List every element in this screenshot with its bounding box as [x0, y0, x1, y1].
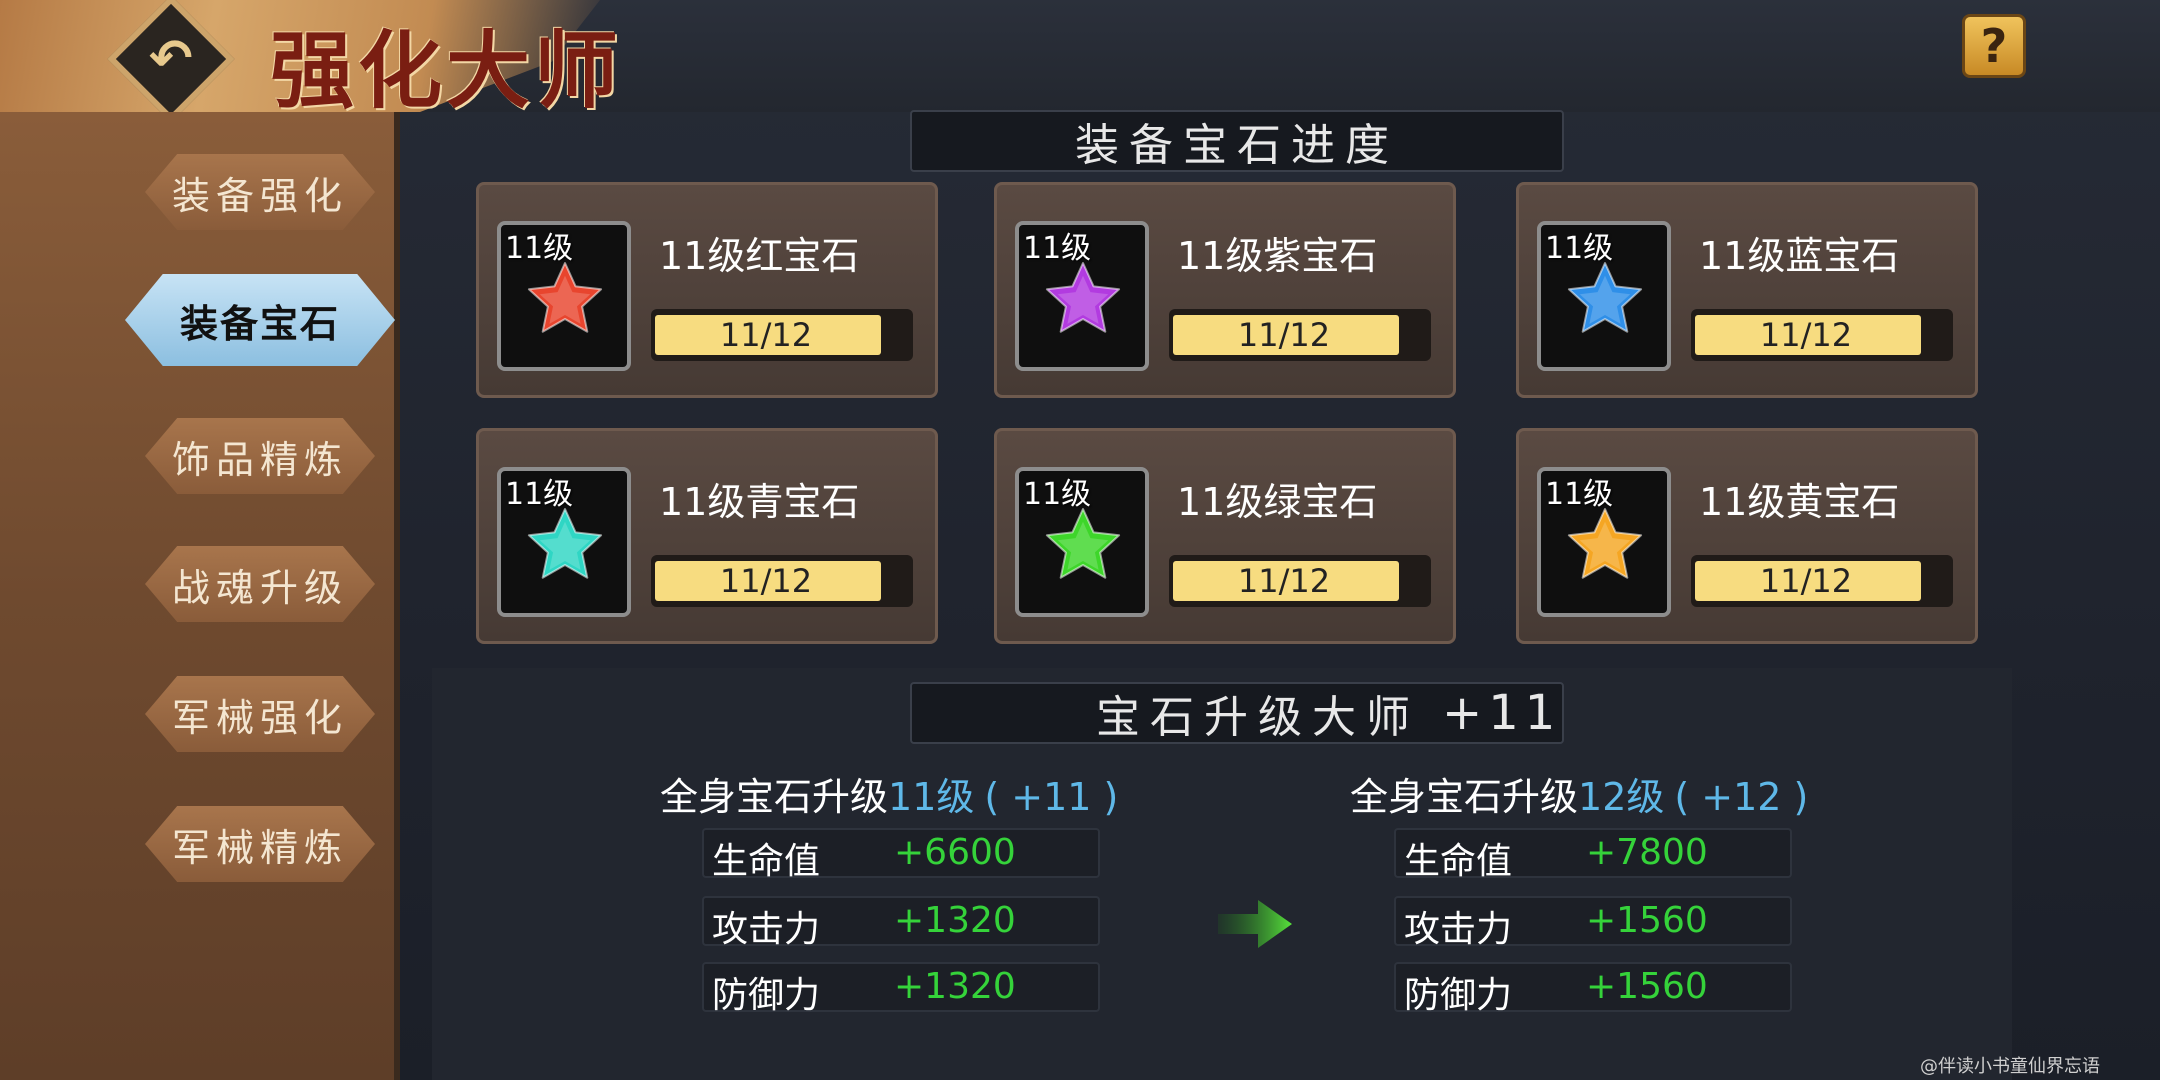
sidebar-item-label: 装备宝石: [179, 301, 340, 346]
stat-label: 防御力: [1404, 975, 1513, 1016]
gem-master-header-text: 宝石升级大师: [1096, 692, 1420, 743]
gem-card[interactable]: 11级 11级紫宝石 11/12: [994, 182, 1456, 398]
next-level-bonus: ( +12 ): [1674, 775, 1809, 819]
gem-progress-bar: 11/12: [1691, 309, 1953, 361]
gem-name: 11级紫宝石: [1177, 234, 1378, 278]
gem-card[interactable]: 11级 11级青宝石 11/12: [476, 428, 938, 644]
gem-star-icon: [1567, 262, 1643, 333]
gem-name: 11级蓝宝石: [1699, 234, 1900, 278]
gem-star-icon: [527, 508, 603, 579]
gem-progress-header: 装备宝石进度: [910, 110, 1564, 172]
sidebar-item-equip-enhance[interactable]: 装备强化: [145, 154, 375, 230]
next-stat-row: 攻击力 +1560: [1394, 896, 1792, 950]
page-title: 强化大师: [270, 21, 623, 120]
gem-star-icon: [1045, 262, 1121, 333]
gem-star-icon: [1045, 508, 1121, 579]
stat-label: 攻击力: [1404, 909, 1513, 950]
gem-name: 11级绿宝石: [1177, 480, 1378, 524]
sidebar: 装备强化 装备宝石 饰品精炼 战魂升级 军械强化 军械精炼: [0, 112, 400, 1080]
sidebar-item-label: 军械强化: [171, 695, 348, 740]
current-level-title: 全身宝石升级11级( +11 ): [660, 766, 1118, 821]
gem-name: 11级青宝石: [659, 480, 860, 524]
stat-label: 防御力: [712, 975, 821, 1016]
gem-progress-text: 11/12: [1237, 316, 1331, 354]
sidebar-item-label: 军械精炼: [171, 825, 348, 870]
stat-label: 生命值: [712, 841, 821, 882]
current-stat-row: 攻击力 +1320: [702, 896, 1100, 950]
stat-value: +1560: [1586, 900, 1708, 941]
gem-card[interactable]: 11级 11级红宝石 11/12: [476, 182, 938, 398]
gem-name: 11级红宝石: [659, 234, 860, 278]
stat-label: 攻击力: [712, 909, 821, 950]
watermark: @伴读小书童仙界忘语: [1920, 1056, 2100, 1077]
current-stat-row: 防御力 +1320: [702, 962, 1100, 1016]
gem-card[interactable]: 11级 11级黄宝石 11/12: [1516, 428, 1978, 644]
stat-value: +1560: [1586, 966, 1708, 1007]
gem-card[interactable]: 11级 11级蓝宝石 11/12: [1516, 182, 1978, 398]
stat-value: +7800: [1586, 832, 1708, 873]
gem-icon-frame[interactable]: 11级: [1537, 467, 1671, 617]
next-level-title: 全身宝石升级12级( +12 ): [1350, 766, 1808, 821]
gem-progress-header-text: 装备宝石进度: [1075, 120, 1399, 171]
sidebar-item-label: 战魂升级: [171, 565, 348, 610]
next-level-prefix: 全身宝石升级: [1350, 775, 1579, 819]
current-stat-row: 生命值 +6600: [702, 828, 1100, 882]
stat-value: +6600: [894, 832, 1016, 873]
gem-icon-frame[interactable]: 11级: [497, 467, 631, 617]
gem-progress-text: 11/12: [1759, 316, 1853, 354]
stat-value: +1320: [894, 966, 1016, 1007]
next-stat-row: 生命值 +7800: [1394, 828, 1792, 882]
gem-icon-frame[interactable]: 11级: [1015, 221, 1149, 371]
gem-progress-text: 11/12: [1759, 562, 1853, 600]
gem-progress-bar: 11/12: [1169, 555, 1431, 607]
sidebar-item-accessory-refine[interactable]: 饰品精炼: [145, 418, 375, 494]
gem-icon-frame[interactable]: 11级: [1537, 221, 1671, 371]
gem-name: 11级黄宝石: [1699, 480, 1900, 524]
sidebar-item-soul-upgrade[interactable]: 战魂升级: [145, 546, 375, 622]
next-arrow-icon: [1218, 900, 1292, 948]
sidebar-item-armory-enhance[interactable]: 军械强化: [145, 676, 375, 752]
stat-label: 生命值: [1404, 841, 1513, 882]
next-stat-row: 防御力 +1560: [1394, 962, 1792, 1016]
gem-star-icon: [1567, 508, 1643, 579]
sidebar-item-armory-refine[interactable]: 军械精炼: [145, 806, 375, 882]
sidebar-item-label: 饰品精炼: [171, 437, 348, 482]
gem-progress-bar: 11/12: [1691, 555, 1953, 607]
sidebar-item-equip-gem[interactable]: 装备宝石: [125, 274, 395, 366]
gem-icon-frame[interactable]: 11级: [1015, 467, 1149, 617]
gem-progress-text: 11/12: [1237, 562, 1331, 600]
gem-progress-text: 11/12: [719, 562, 813, 600]
stat-value: +1320: [894, 900, 1016, 941]
gem-star-icon: [527, 262, 603, 333]
gem-card[interactable]: 11级 11级绿宝石 11/12: [994, 428, 1456, 644]
sidebar-item-label: 装备强化: [171, 173, 348, 218]
current-level-bonus: ( +11 ): [984, 775, 1119, 819]
gem-master-level: +11: [1442, 685, 1562, 741]
back-arrow-icon: ↶: [149, 28, 193, 89]
current-level-prefix: 全身宝石升级: [660, 775, 889, 819]
gem-icon-frame[interactable]: 11级: [497, 221, 631, 371]
help-button[interactable]: ?: [1962, 14, 2026, 78]
current-level-value: 11级: [888, 775, 975, 819]
gem-progress-bar: 11/12: [651, 309, 913, 361]
gem-master-header: 宝石升级大师 +11: [910, 682, 1564, 744]
gem-progress-text: 11/12: [719, 316, 813, 354]
gem-progress-bar: 11/12: [651, 555, 913, 607]
next-level-value: 12级: [1578, 775, 1665, 819]
gem-progress-bar: 11/12: [1169, 309, 1431, 361]
